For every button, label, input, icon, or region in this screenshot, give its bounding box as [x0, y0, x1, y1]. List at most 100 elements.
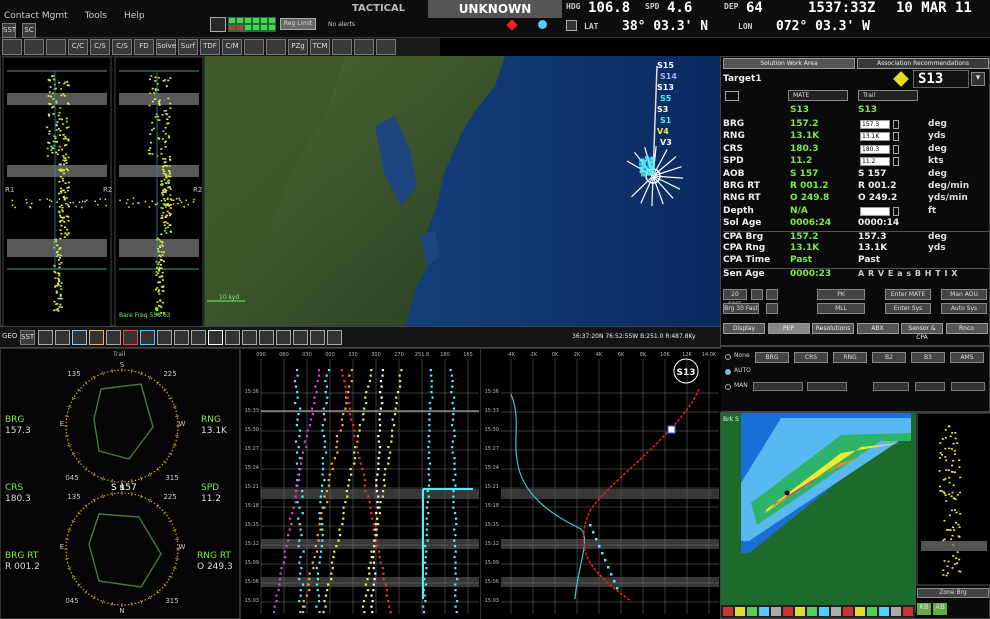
select-checkbox[interactable]: [725, 91, 739, 101]
brg-fast-button[interactable]: Brg 30 Fast: [723, 303, 759, 314]
tool-button-5[interactable]: C/S: [112, 39, 132, 55]
map-tool-17-icon[interactable]: [327, 330, 342, 345]
track-label[interactable]: S5: [660, 94, 672, 103]
map-tool-14-icon[interactable]: [276, 330, 291, 345]
heat-tool-icon[interactable]: [855, 607, 865, 616]
chip-b2[interactable]: B2: [872, 352, 906, 363]
tool-button-14[interactable]: TCM: [310, 39, 330, 55]
interval-dropdown[interactable]: 20 secs: [723, 289, 747, 307]
step-button[interactable]: [751, 289, 763, 300]
map-tool-3-icon[interactable]: [89, 330, 104, 345]
heat-tool-icon[interactable]: [819, 607, 829, 616]
track-label[interactable]: S3: [657, 105, 668, 114]
tool-button-8[interactable]: Surf: [178, 39, 198, 55]
range-plot-canvas[interactable]: -4K -2K 0K 2K 4K 6K 8K 10K 12K 14.0K 15:36 15:33 15:…: [481, 349, 721, 619]
sc-button[interactable]: SC: [22, 23, 37, 38]
heat-tool-icon[interactable]: [807, 607, 817, 616]
reg-limit-button[interactable]: Reg Limit: [280, 18, 316, 30]
mll-button[interactable]: MLL: [817, 303, 865, 314]
bottom-tab-4[interactable]: Sensor & CPA: [901, 323, 943, 341]
map-canvas[interactable]: 10 kyd S15 S14 S13 S5 S3 S1 V4 V3: [205, 56, 720, 326]
track-label[interactable]: S13: [657, 83, 674, 92]
map-tool-10-icon[interactable]: [208, 330, 223, 345]
map-tool-13-icon[interactable]: [259, 330, 274, 345]
chip-rng[interactable]: RNG: [833, 352, 867, 363]
heat-tool-icon[interactable]: [723, 607, 733, 616]
enter-mate-button[interactable]: Enter MATE: [885, 289, 931, 300]
row-spin-icon[interactable]: [893, 120, 899, 129]
map-tool-5-icon[interactable]: [123, 330, 138, 345]
tool-button-7[interactable]: Solve: [156, 39, 176, 55]
enter-sys-button[interactable]: Enter Sys: [885, 303, 931, 314]
row-input-field[interactable]: [860, 206, 890, 216]
heat-tool-icon[interactable]: [747, 607, 757, 616]
row-spin-icon[interactable]: [893, 132, 899, 142]
heat-tool-icon[interactable]: [783, 607, 793, 616]
manual-field-4[interactable]: [915, 382, 945, 391]
tool-button-3[interactable]: C/C: [68, 39, 88, 55]
manual-field-3[interactable]: [873, 382, 909, 391]
chip-crs[interactable]: CRS: [794, 352, 828, 363]
map-tool-4-icon[interactable]: [106, 330, 121, 345]
zone-brg-button[interactable]: Zone Brg: [917, 588, 989, 598]
bearing-time-waterfall[interactable]: 090 060 030 000 330 300 270 251.8 180 165 15:36 15:…: [240, 348, 481, 619]
step-up-button[interactable]: [766, 289, 778, 300]
heat-tool-icon[interactable]: [771, 607, 781, 616]
track-label[interactable]: S14: [660, 72, 677, 81]
kb-button[interactable]: KB: [917, 603, 931, 615]
map-tool-6-icon[interactable]: [140, 330, 155, 345]
tool-button-1[interactable]: [24, 39, 44, 55]
track-id-field[interactable]: S13: [913, 70, 969, 88]
position-toggle-icon[interactable]: [566, 20, 577, 31]
sst-lower-button[interactable]: SST: [20, 330, 35, 345]
tool-button-13[interactable]: PZg: [288, 39, 308, 55]
track-dropdown-icon[interactable]: ▾: [971, 72, 985, 86]
tactical-map[interactable]: 10 kyd S15 S14 S13 S5 S3 S1 V4 V3: [205, 56, 720, 326]
tool-button-16[interactable]: [354, 39, 374, 55]
menu-tools[interactable]: Tools: [85, 11, 107, 21]
chip-ams[interactable]: AMS: [950, 352, 984, 363]
tool-button-11[interactable]: [244, 39, 264, 55]
filter-icon[interactable]: [210, 17, 226, 32]
map-tool-12-icon[interactable]: [242, 330, 257, 345]
track-label[interactable]: S15: [657, 61, 674, 70]
track-label[interactable]: S1: [660, 116, 672, 125]
tool-button-9[interactable]: TDF: [200, 39, 220, 55]
tool-button-4[interactable]: C/S: [90, 39, 110, 55]
tool-button-2[interactable]: [46, 39, 66, 55]
heat-tool-icon[interactable]: [891, 607, 901, 616]
map-tool-2-icon[interactable]: [72, 330, 87, 345]
heat-tool-icon[interactable]: [795, 607, 805, 616]
waterfall-canvas[interactable]: 090 060 030 000 330 300 270 251.8 180 165 15:36 15:…: [241, 349, 481, 619]
bottom-tab-0[interactable]: Display: [723, 323, 765, 334]
man-aou-button[interactable]: Man AOU: [941, 289, 987, 300]
auto-radio[interactable]: [725, 369, 731, 375]
heat-tool-icon[interactable]: [879, 607, 889, 616]
chip-b3[interactable]: B3: [911, 352, 945, 363]
tab-association[interactable]: Association Recommendations: [857, 58, 989, 69]
track-label[interactable]: V4: [657, 127, 669, 136]
algo-dropdown-1[interactable]: MATE: [788, 90, 848, 101]
heat-tool-icon[interactable]: [867, 607, 877, 616]
menu-help[interactable]: Help: [124, 11, 145, 21]
heat-tool-icon[interactable]: [735, 607, 745, 616]
tool-button-12[interactable]: [266, 39, 286, 55]
map-tool-11-icon[interactable]: [225, 330, 240, 345]
pk-button[interactable]: PK: [817, 289, 865, 300]
bottom-tab-5[interactable]: Rnco: [945, 323, 988, 334]
range-time-plot[interactable]: -4K -2K 0K 2K 4K 6K 8K 10K 12K 14.0K 15:36 15:33 15:…: [480, 348, 721, 619]
chip-brg[interactable]: BRG: [755, 352, 789, 363]
map-tool-15-icon[interactable]: [293, 330, 308, 345]
heat-tool-icon[interactable]: [903, 607, 913, 616]
heat-tool-icon[interactable]: [831, 607, 841, 616]
bottom-tab-2[interactable]: Resolutions: [812, 323, 854, 334]
track-label[interactable]: V3: [660, 138, 672, 147]
map-tool-1-icon[interactable]: [55, 330, 70, 345]
man-radio[interactable]: [725, 384, 731, 390]
map-tool-16-icon[interactable]: [310, 330, 325, 345]
tool-button-10[interactable]: C/M: [222, 39, 242, 55]
sst-button[interactable]: SST: [2, 23, 16, 38]
tool-button-17[interactable]: [376, 39, 396, 55]
row-spin-icon[interactable]: [893, 206, 899, 216]
tool-button-15[interactable]: [332, 39, 352, 55]
